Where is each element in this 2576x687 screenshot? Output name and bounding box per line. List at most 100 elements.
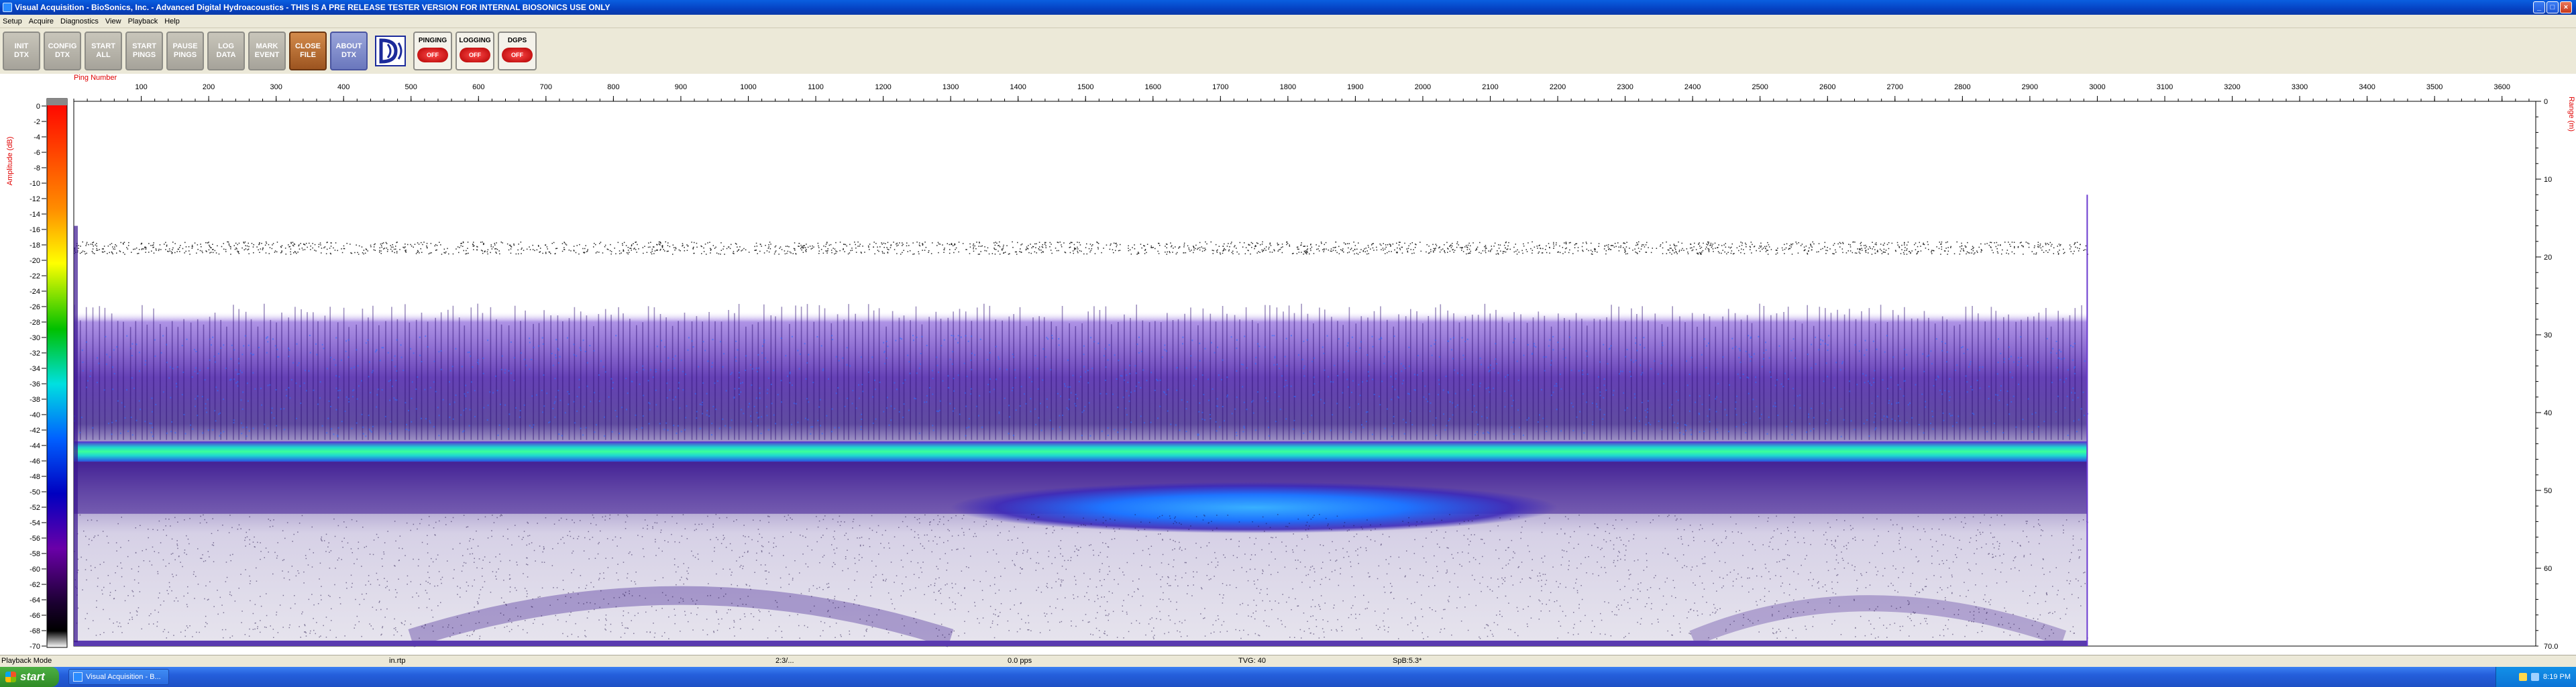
start-all-button[interactable]: START ALL — [85, 32, 122, 70]
x-tick-label: 3400 — [2359, 83, 2375, 91]
start-label: start — [20, 670, 45, 683]
x-tick-label: 3100 — [2157, 83, 2173, 91]
x-tick-label: 900 — [675, 83, 687, 91]
colorbar-tick-label: -32 — [30, 350, 40, 358]
x-tick-label: 1000 — [740, 83, 756, 91]
colorbar-tick-label: -4 — [34, 134, 40, 142]
colorbar-tick-label: -50 — [30, 488, 40, 496]
about-dtx-button[interactable]: ABOUT DTX — [330, 32, 368, 70]
x-tick-label: 3300 — [2292, 83, 2308, 91]
menu-setup[interactable]: Setup — [3, 17, 22, 25]
colorbar-tick-label: -70 — [30, 643, 40, 651]
colorbar-tick-label: -18 — [30, 242, 40, 250]
menu-diagnostics[interactable]: Diagnostics — [60, 17, 99, 25]
x-tick-label: 700 — [540, 83, 552, 91]
colorbar-tick-label: -60 — [30, 566, 40, 574]
close-button[interactable]: × — [2560, 1, 2572, 13]
colorbar-tick-label: -36 — [30, 380, 40, 388]
echogram-panel[interactable]: Amplitude (dB) 0 -2 -4 -6 -8 -10 -12 -14 -16 -18 -2… — [0, 74, 2576, 655]
y-max-label: 70.0 — [2544, 643, 2558, 651]
log-data-button[interactable]: LOG DATA — [207, 32, 245, 70]
x-tick-label: 600 — [472, 83, 484, 91]
taskbar: start Visual Acquisition - B... 8:19 PM — [0, 667, 2576, 687]
x-tick-label: 2800 — [1954, 83, 1970, 91]
menu-acquire[interactable]: Acquire — [29, 17, 54, 25]
colorbar-tick-label: -46 — [30, 458, 40, 466]
logging-indicator: LOGGING OFF — [455, 32, 494, 70]
tray-security-icon[interactable] — [2519, 673, 2528, 681]
pause-pings-button[interactable]: PAUSE PINGS — [166, 32, 204, 70]
x-tick-label: 400 — [337, 83, 350, 91]
init-dtx-button[interactable]: INIT DTX — [3, 32, 40, 70]
status-mode: Playback Mode — [1, 657, 52, 665]
windows-flag-icon — [5, 672, 16, 682]
x-tick-label: 1200 — [875, 83, 891, 91]
status-ping-rate: 0.0 pps — [1008, 657, 1032, 665]
y-tick-label: 40 — [2544, 409, 2552, 417]
x-tick-label: 2600 — [1819, 83, 1835, 91]
status-time: 2:3/... — [775, 657, 794, 665]
colorbar-tick-label: -6 — [34, 149, 40, 157]
indicator-state: OFF — [460, 48, 490, 62]
x-tick-label: 2000 — [1415, 83, 1431, 91]
title-bar[interactable]: Visual Acquisition - BioSonics, Inc. - A… — [0, 0, 2576, 15]
echogram-chart[interactable]: Amplitude (dB) 0 -2 -4 -6 -8 -10 -12 -14 -16 -18 -2… — [0, 74, 2576, 655]
indicator-label: PINGING — [418, 37, 447, 44]
colorbar-tick-label: -66 — [30, 612, 40, 620]
bottom-echo-line — [74, 441, 2088, 462]
x-tick-label: 2500 — [1752, 83, 1768, 91]
task-label: Visual Acquisition - B... — [86, 673, 161, 681]
colorbar-tick-label: -10 — [30, 180, 40, 188]
colorbar — [46, 98, 68, 648]
colorbar-top-cap — [47, 99, 67, 105]
colorbar-tick-label: -30 — [30, 334, 40, 342]
start-edge — [74, 225, 78, 643]
indicator-state: OFF — [417, 48, 448, 62]
taskbar-task-visual-acquisition[interactable]: Visual Acquisition - B... — [68, 669, 169, 685]
menu-help[interactable]: Help — [164, 17, 180, 25]
app-icon — [3, 3, 12, 12]
colorbar-tick-label: -44 — [30, 442, 40, 450]
colorbar-tick-label: -58 — [30, 550, 40, 558]
start-pings-button[interactable]: START PINGS — [125, 32, 163, 70]
x-tick-label: 1300 — [943, 83, 959, 91]
tray-network-icon[interactable] — [2531, 673, 2540, 681]
colorbar-tick-label: -8 — [34, 164, 40, 172]
close-file-button[interactable]: CLOSE FILE — [289, 32, 327, 70]
window-controls: _ □ × — [2533, 1, 2572, 13]
colorbar-tick-label: -68 — [30, 627, 40, 635]
menu-playback[interactable]: Playback — [128, 17, 158, 25]
start-button[interactable]: start — [0, 667, 59, 687]
midwater-scatter-band — [74, 311, 2088, 444]
x-tick-label: 1100 — [808, 83, 824, 91]
x-tick-label: 1700 — [1212, 83, 1228, 91]
colorbar-tick-label: -40 — [30, 411, 40, 419]
mark-event-button[interactable]: MARK EVENT — [248, 32, 286, 70]
colorbar-tick-label: -26 — [30, 303, 40, 311]
minimize-button[interactable]: _ — [2533, 1, 2545, 13]
colorbar-tick-label: -22 — [30, 272, 40, 280]
colorbar-tick-label: 0 — [36, 103, 40, 111]
colorbar-tick-label: -24 — [30, 288, 40, 296]
status-spb: SpB:5.3* — [1393, 657, 1422, 665]
colorbar-tick-label: -38 — [30, 396, 40, 404]
pinging-indicator: PINGING OFF — [413, 32, 452, 70]
application-window: Visual Acquisition - BioSonics, Inc. - A… — [0, 0, 2576, 687]
x-tick-label: 1600 — [1145, 83, 1161, 91]
y-axis-title: Range (m) — [2567, 97, 2575, 131]
menu-view[interactable]: View — [105, 17, 121, 25]
colorbar-tick-label: -52 — [30, 504, 40, 512]
x-tick-label: 1900 — [1347, 83, 1363, 91]
biosonics-logo-icon — [371, 32, 410, 70]
config-dtx-button[interactable]: CONFIG DTX — [44, 32, 81, 70]
x-axis-title: Ping Number — [74, 74, 117, 82]
toolbar: INIT DTX CONFIG DTX START ALL START PINGS PA… — [0, 28, 2576, 74]
y-tick-label: 20 — [2544, 254, 2552, 262]
colorbar-tick-label: -16 — [30, 226, 40, 234]
status-units: in.rtp — [389, 657, 406, 665]
colorbar-tick-label: -14 — [30, 211, 40, 219]
maximize-button[interactable]: □ — [2546, 1, 2559, 13]
x-tick-label: 200 — [203, 83, 215, 91]
x-tick-label: 3600 — [2493, 83, 2510, 91]
x-tick-label: 3200 — [2224, 83, 2240, 91]
